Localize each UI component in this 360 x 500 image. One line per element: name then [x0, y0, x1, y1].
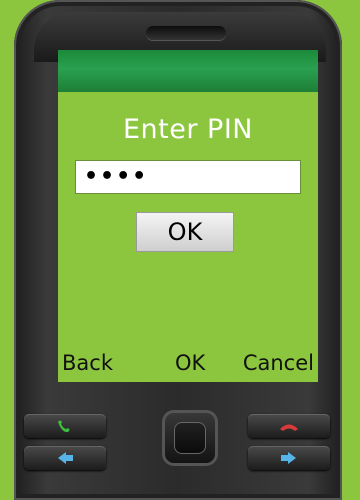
- center-select-key[interactable]: [162, 410, 218, 466]
- call-key[interactable]: [24, 414, 106, 438]
- softkey-ok[interactable]: OK: [175, 351, 205, 375]
- pin-input[interactable]: ••••: [75, 160, 301, 194]
- phone-screen: Enter PIN •••• OK Back OK Cancel: [58, 50, 318, 382]
- ok-button[interactable]: OK: [136, 212, 234, 252]
- call-icon: [58, 420, 70, 433]
- end-call-icon: [280, 424, 298, 431]
- arrow-left-icon: [58, 452, 73, 464]
- navigation-keypad: [24, 396, 340, 486]
- center-key-inner: [174, 422, 206, 454]
- right-arrow-key[interactable]: [248, 446, 330, 470]
- left-arrow-key[interactable]: [24, 446, 106, 470]
- status-bar: [58, 50, 318, 92]
- softkey-back[interactable]: Back: [62, 351, 113, 375]
- arrow-right-icon: [281, 452, 296, 464]
- end-call-key[interactable]: [248, 414, 330, 438]
- softkey-cancel[interactable]: Cancel: [243, 351, 314, 375]
- earpiece-speaker: [146, 26, 226, 40]
- pin-title: Enter PIN: [123, 114, 253, 145]
